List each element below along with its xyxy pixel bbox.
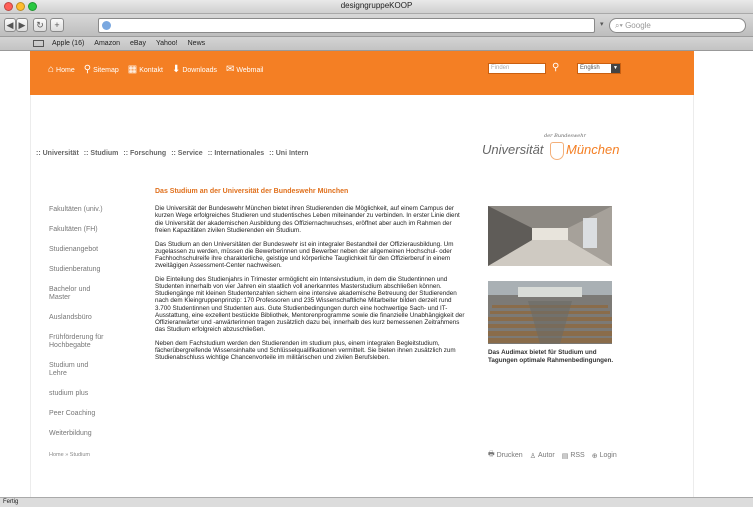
status-bar: Fertig: [0, 497, 753, 507]
logo-muenchen: München: [566, 142, 620, 157]
bookmark-apple[interactable]: Apple (16): [52, 37, 84, 50]
content-paragraph: Das Studium an den Universitäten der Bun…: [155, 240, 454, 270]
login-icon: ⊕: [591, 452, 598, 460]
photo-caption: Das Audimax bietet für Studium und Tagun…: [488, 349, 614, 364]
main-navigation: :: Universität :: Studium :: Forschung :…: [36, 150, 308, 157]
mainnav-uni-intern[interactable]: :: Uni Intern: [269, 150, 308, 157]
reload-button[interactable]: ↻: [33, 18, 47, 32]
bookmark-yahoo[interactable]: Yahoo!: [156, 37, 178, 50]
login-link[interactable]: ⊕ Login: [592, 450, 617, 461]
nav-home[interactable]: ⌂ Home: [48, 64, 75, 75]
login-label: Login: [599, 452, 617, 459]
mainnav-universitaet[interactable]: :: Universität: [36, 150, 79, 157]
author-label: Autor: [537, 452, 555, 459]
site-header: ⌂ Home ⚲ Sitemap ▦ Kontakt ⬇ Downloads ✉…: [30, 51, 694, 95]
bookmark-amazon[interactable]: Amazon: [94, 37, 120, 50]
site-icon: [102, 21, 111, 30]
sidebar-item-studium-plus[interactable]: studium plus: [49, 390, 149, 398]
mainnav-service[interactable]: :: Service: [171, 150, 203, 157]
browser-search-input[interactable]: ⌕▾ Google: [609, 18, 746, 33]
logo-subtitle: der Bundeswehr: [544, 133, 586, 139]
bookmark-news[interactable]: News: [188, 37, 206, 50]
top-navigation: ⌂ Home ⚲ Sitemap ▦ Kontakt ⬇ Downloads ✉…: [48, 64, 264, 75]
rss-icon: ▤: [561, 452, 569, 460]
bookmark-ebay[interactable]: eBay: [130, 37, 146, 50]
contact-icon: ▦: [127, 64, 138, 75]
nav-downloads-label: Downloads: [182, 66, 217, 74]
nav-kontakt[interactable]: ▦ Kontakt: [127, 64, 163, 75]
sidebar-navigation: Fakultäten (univ.) Fakultäten (FH) Studi…: [49, 206, 149, 450]
language-value: English: [580, 65, 600, 71]
nav-sitemap[interactable]: ⚲ Sitemap: [83, 64, 119, 75]
chevron-down-icon: ▼: [611, 64, 620, 73]
mainnav-studium[interactable]: :: Studium: [84, 150, 119, 157]
sitemap-icon: ⚲: [83, 64, 92, 75]
rss-label: RSS: [570, 452, 585, 459]
nav-sitemap-label: Sitemap: [93, 66, 119, 74]
footer-links: 🖶 Drucken ♙ Autor ▤ RSS ⊕ Login: [488, 450, 617, 461]
bookmarks-book-icon[interactable]: [33, 40, 44, 47]
bookmarks-bar: Apple (16) Amazon eBay Yahoo! News: [0, 37, 753, 51]
mail-icon: ✉: [225, 64, 235, 75]
nav-webmail[interactable]: ✉ Webmail: [225, 64, 264, 75]
site-search-input[interactable]: Finden: [488, 63, 546, 74]
sidebar-item-fakultaeten-univ[interactable]: Fakultäten (univ.): [49, 206, 149, 214]
sidebar-item-weiterbildung[interactable]: Weiterbildung: [49, 430, 149, 438]
rss-link[interactable]: ▤ RSS: [562, 450, 585, 461]
page-title: Das Studium an der Universität der Bunde…: [155, 188, 349, 195]
university-logo[interactable]: der Bundeswehr Universität München: [482, 133, 622, 171]
search-icon[interactable]: ⚲: [552, 62, 559, 73]
main-content: Das Studium an der Universität der Bunde…: [155, 188, 465, 368]
seal-icon: [550, 142, 564, 160]
sidebar-item-studium-lehre[interactable]: Studium und Lehre: [49, 362, 89, 378]
nav-kontakt-label: Kontakt: [139, 66, 163, 74]
download-icon: ⬇: [171, 64, 181, 75]
breadcrumb[interactable]: Home » Studium: [49, 452, 90, 458]
sidebar-item-fruehfoerderung[interactable]: Frühförderung für Hochbegabte: [49, 334, 111, 350]
language-select[interactable]: English ▼: [577, 63, 621, 74]
sidebar-item-fakultaeten-fh[interactable]: Fakultäten (FH): [49, 226, 149, 234]
window-title: designgruppeKOOP: [340, 1, 413, 10]
sidebar-item-studienberatung[interactable]: Studienberatung: [49, 266, 149, 274]
author-icon: ♙: [529, 452, 536, 460]
author-link[interactable]: ♙ Autor: [530, 450, 555, 461]
print-label: Drucken: [496, 452, 523, 459]
sidebar-item-peer-coaching[interactable]: Peer Coaching: [49, 410, 149, 418]
forward-button[interactable]: ▶: [16, 18, 28, 32]
content-paragraph: Neben dem Fachstudium werden den Studier…: [155, 339, 456, 362]
home-icon: ⌂: [48, 64, 55, 75]
content-paragraph: Die Einteilung des Studienjahrs in Trime…: [155, 275, 465, 334]
address-dropdown-icon[interactable]: ▾: [600, 20, 604, 28]
print-icon: 🖶: [488, 451, 495, 458]
content-paragraph: Die Universität der Bundeswehr München b…: [155, 205, 460, 234]
corridor-photo: [488, 206, 612, 266]
sidebar-item-studienangebot[interactable]: Studienangebot: [49, 246, 149, 254]
print-link[interactable]: 🖶 Drucken: [488, 450, 523, 461]
sidebar-item-bachelor-master[interactable]: Bachelor und Master: [49, 286, 101, 302]
browser-titlebar: designgruppeKOOP: [0, 0, 753, 14]
logo-universitaet: Universität: [482, 142, 544, 157]
nav-downloads[interactable]: ⬇ Downloads: [171, 64, 217, 75]
search-icon: ⌕▾: [615, 21, 626, 30]
browser-toolbar: ◀ ▶ ↻ + ▾ ⌕▾ Google: [0, 14, 753, 37]
address-bar[interactable]: [98, 18, 595, 33]
nav-home-label: Home: [56, 66, 75, 74]
mainnav-forschung[interactable]: :: Forschung: [123, 150, 166, 157]
mainnav-internationales[interactable]: :: Internationales: [208, 150, 264, 157]
nav-webmail-label: Webmail: [236, 66, 264, 74]
sidebar-item-auslandsbuero[interactable]: Auslandsbüro: [49, 314, 149, 322]
back-button[interactable]: ◀: [4, 18, 16, 32]
web-page: ⌂ Home ⚲ Sitemap ▦ Kontakt ⬇ Downloads ✉…: [0, 51, 753, 497]
add-bookmark-button[interactable]: +: [50, 18, 64, 32]
audimax-photo: [488, 281, 612, 344]
